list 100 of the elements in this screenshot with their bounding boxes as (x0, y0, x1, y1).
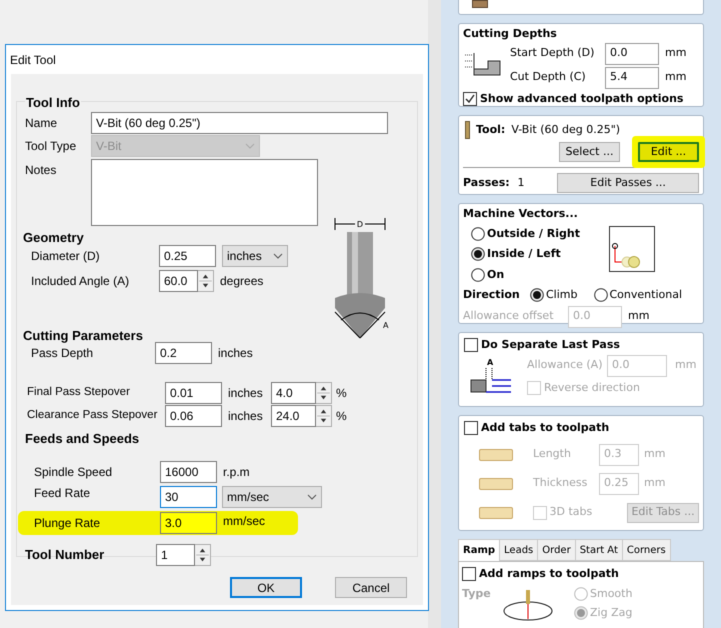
passes-label: Passes: (463, 174, 511, 191)
radio-button[interactable] (574, 606, 588, 620)
field-label: Spindle Speed (34, 464, 114, 481)
radio-button[interactable] (471, 226, 485, 241)
tool-label: Tool: (476, 122, 506, 138)
field-label: Included Angle (A) (31, 273, 130, 290)
option-tab[interactable]: Order (537, 539, 576, 561)
input-field[interactable]: 0.25 (159, 245, 216, 267)
checkbox[interactable] (463, 92, 477, 106)
dialog-button[interactable]: OK (230, 577, 302, 598)
spinner-arrows-icon[interactable] (316, 405, 332, 427)
field-label: Allowance offset (463, 308, 555, 324)
checkbox-label: 3D tabs (550, 504, 592, 520)
checkbox[interactable] (464, 421, 478, 436)
radio-label: Climb (546, 287, 578, 303)
input-field[interactable]: 0.01 (165, 382, 222, 404)
input-field[interactable]: 4.0 (271, 382, 316, 404)
checkbox[interactable] (462, 567, 476, 582)
option-tab[interactable]: Ramp (458, 539, 500, 561)
field-label: Allowance (A) (527, 357, 604, 374)
radio-label: Outside / Right (487, 226, 580, 242)
radio-label: Smooth (590, 586, 632, 602)
unit-label: % (336, 408, 347, 425)
input-field[interactable]: 3.0 (160, 512, 217, 534)
section-heading: Feeds and Speeds (25, 430, 140, 445)
field-label: Pass Depth (31, 345, 94, 362)
section-heading: Geometry (23, 229, 85, 244)
checkbox[interactable] (464, 338, 478, 352)
field-label: Cut Depth (C) (510, 69, 587, 86)
unit-label: mm (644, 446, 666, 462)
tab-shape-icon (479, 448, 513, 460)
input-field[interactable]: 24.0 (271, 405, 316, 427)
unit-label: inches (228, 385, 264, 402)
spinner-arrows-icon[interactable] (198, 270, 214, 292)
radio-label: Inside / Left (487, 246, 561, 262)
spinner-arrows-icon[interactable] (195, 544, 211, 566)
input-field[interactable]: 60.0 (159, 270, 198, 292)
option-tab[interactable]: Start At (574, 539, 623, 561)
radio-label: Conventional (610, 287, 682, 303)
tool-bit-icon (465, 121, 470, 139)
unit-label: mm (628, 308, 650, 324)
radio-button[interactable] (471, 247, 485, 262)
checkbox-label: Show advanced toolpath options (480, 90, 684, 106)
input-field[interactable]: 1 (156, 544, 195, 566)
radio-button[interactable] (574, 586, 588, 601)
unit-label: inches (218, 345, 253, 362)
dialog-button[interactable]: Cancel (335, 577, 407, 598)
chevron-down-icon (273, 253, 283, 259)
dropdown[interactable]: inches (222, 245, 288, 267)
field-label: Clearance Pass Stepover (27, 408, 158, 424)
input-field[interactable]: 0.2 (155, 342, 212, 364)
scrollbar[interactable] (428, 0, 441, 628)
unit-label: mm (644, 475, 666, 492)
last-pass-diagram: A (469, 356, 513, 396)
field-label: Feed Rate (34, 485, 92, 502)
field-label: Name (25, 115, 58, 132)
input-field[interactable]: 30 (160, 486, 217, 508)
field-label: Start Depth (D) (510, 45, 596, 62)
input-field[interactable]: V-Bit (60 deg 0.25") (91, 112, 388, 134)
section-heading: Cutting Parameters (23, 327, 144, 342)
checkbox-label: Reverse direction (544, 380, 640, 396)
field-label: Plunge Rate (34, 515, 102, 532)
checkbox-label: Add tabs to toolpath (481, 420, 610, 436)
notes-field[interactable] (91, 159, 318, 226)
edit-passes-button[interactable]: Edit Passes ... (557, 173, 699, 193)
chevron-down-icon (245, 143, 255, 149)
spinner-arrows-icon[interactable] (316, 382, 332, 404)
field-label: Length (533, 446, 572, 462)
option-tab[interactable]: Leads (499, 539, 538, 561)
direction-label: Direction (463, 287, 521, 303)
unit-label: mm/sec (223, 513, 265, 530)
field-label: Diameter (D) (31, 248, 101, 265)
input-field[interactable]: 5.4 (605, 66, 659, 88)
unit-label: inches (228, 408, 264, 425)
radio-label: On (487, 266, 504, 282)
dropdown[interactable]: mm/sec (222, 486, 322, 508)
field-label: Notes (25, 162, 58, 179)
input-field[interactable]: 0.06 (165, 405, 222, 427)
radio-button[interactable] (594, 288, 608, 302)
checkbox-label: Add ramps to toolpath (479, 566, 619, 582)
tab-shape-icon (479, 506, 513, 518)
toolpath-preview-drawing (609, 226, 655, 272)
input-field[interactable]: 0.0 (605, 42, 659, 64)
field-label: Tool Type (25, 138, 78, 155)
unit-label: mm (675, 357, 696, 374)
option-tab[interactable]: Corners (622, 539, 671, 561)
input-field[interactable]: 16000 (160, 461, 217, 483)
field-label: Type (462, 586, 492, 602)
radio-button[interactable] (471, 268, 485, 282)
field-label: Final Pass Stepover (27, 385, 131, 400)
unit-label: degrees (220, 273, 264, 290)
passes-value: 1 (518, 174, 526, 191)
unit-label: mm (665, 69, 686, 86)
radio-button[interactable] (530, 288, 544, 302)
unit-label: mm (665, 45, 686, 62)
section-heading: Machine Vectors... (463, 207, 578, 220)
ramp-ellipse-drawing (502, 588, 554, 622)
checkbox-label: Do Separate Last Pass (481, 337, 620, 353)
panel-button[interactable]: Select ... (559, 142, 620, 162)
chevron-down-icon (307, 494, 317, 500)
